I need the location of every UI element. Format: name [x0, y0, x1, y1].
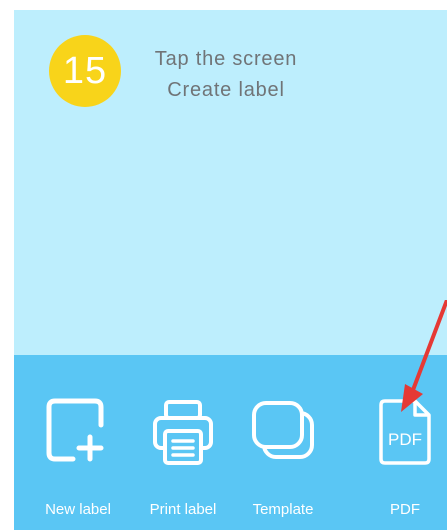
template-button[interactable]: Template: [229, 355, 337, 530]
hint-line-2: Create label: [167, 79, 285, 101]
printer-icon: [153, 400, 213, 465]
new-label-icon: [46, 398, 104, 462]
tap-hint: Tap the screen Create label: [126, 44, 326, 106]
new-label-button[interactable]: New label: [24, 355, 132, 530]
hint-line-1: Tap the screen: [154, 48, 298, 70]
pointer-arrow-icon: [401, 300, 447, 412]
template-label: Template: [252, 501, 314, 518]
print-label-button[interactable]: Print label: [129, 355, 237, 530]
pdf-label: PDF: [390, 501, 420, 518]
template-icon: [252, 401, 314, 459]
step-badge: 15: [49, 35, 121, 107]
new-label-label: New label: [45, 501, 111, 518]
print-label-label: Print label: [149, 501, 217, 518]
pdf-icon-text: PDF: [388, 430, 422, 449]
bottom-toolbar: New label Print label Template PDF PDF: [14, 355, 447, 530]
